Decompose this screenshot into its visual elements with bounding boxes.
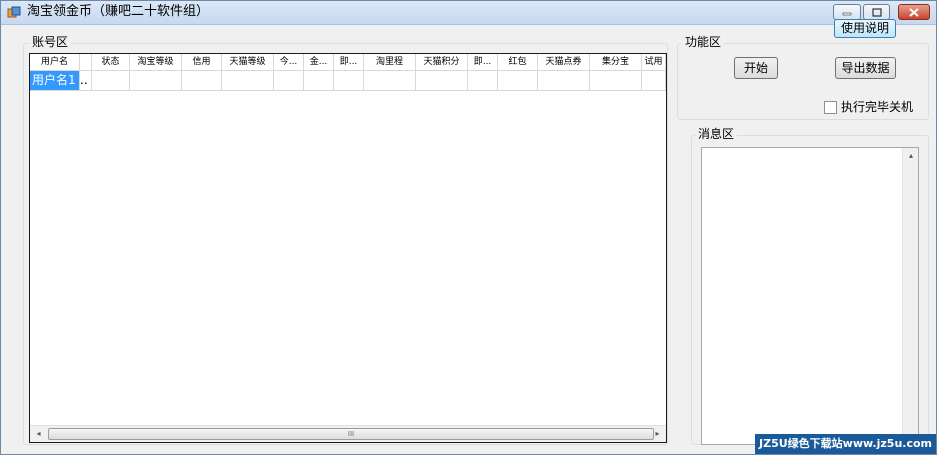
cell-trial[interactable] <box>642 71 666 91</box>
account-grid[interactable]: 用户名 状态 淘宝等级 信用 天猫等级 今... 金... 即... 淘里程 天… <box>29 53 667 443</box>
message-group-label: 消息区 <box>695 127 738 141</box>
column-header-red-packet[interactable]: 红包 <box>498 54 538 71</box>
maximize-button[interactable] <box>863 4 890 20</box>
scroll-right-icon[interactable]: ▸ <box>649 426 666 442</box>
shutdown-checkbox-label[interactable]: 执行完毕关机 <box>841 99 913 115</box>
message-textarea[interactable]: ▴ <box>701 147 919 445</box>
cell-tmall-points[interactable] <box>416 71 468 91</box>
column-header-today[interactable]: 今... <box>274 54 304 71</box>
column-header-taobao-mileage[interactable]: 淘里程 <box>364 54 416 71</box>
column-header-tmall-coupon[interactable]: 天猫点券 <box>538 54 590 71</box>
column-header-trial[interactable]: 试用 <box>642 54 666 71</box>
column-header-immediate-2[interactable]: 即... <box>468 54 498 71</box>
grid-header: 用户名 状态 淘宝等级 信用 天猫等级 今... 金... 即... 淘里程 天… <box>30 54 666 71</box>
message-text <box>702 148 918 152</box>
horizontal-scrollbar[interactable]: ◂ III ▸ <box>30 425 666 442</box>
column-header-gold[interactable]: 金... <box>304 54 334 71</box>
maximize-icon <box>871 7 882 17</box>
cell-username[interactable]: 用户名1 <box>30 71 80 91</box>
column-header-username[interactable]: 用户名 <box>30 54 80 71</box>
cell-immediate-2[interactable] <box>468 71 498 91</box>
minimize-button[interactable] <box>833 4 861 20</box>
scroll-thumb[interactable]: III <box>48 428 654 440</box>
cell-marker[interactable]: .. <box>80 71 92 91</box>
function-group-label: 功能区 <box>682 35 725 49</box>
cell-tmall-level[interactable] <box>222 71 274 91</box>
shutdown-checkbox[interactable] <box>824 101 837 114</box>
column-header-taobao-level[interactable]: 淘宝等级 <box>130 54 182 71</box>
column-header-immediate-1[interactable]: 即... <box>334 54 364 71</box>
cell-red-packet[interactable] <box>498 71 538 91</box>
cell-taobao-mileage[interactable] <box>364 71 416 91</box>
close-button[interactable] <box>898 4 930 20</box>
column-header-jifenbao[interactable]: 集分宝 <box>590 54 642 71</box>
column-header-tmall-level[interactable]: 天猫等级 <box>222 54 274 71</box>
start-button[interactable]: 开始 <box>734 57 778 79</box>
watermark-banner: JZ5U绿色下载站www.jz5u.com <box>755 434 936 454</box>
cell-gold[interactable] <box>304 71 334 91</box>
scroll-up-icon[interactable]: ▴ <box>903 148 919 164</box>
cell-credit[interactable] <box>182 71 222 91</box>
table-row[interactable]: 用户名1 .. <box>30 71 666 91</box>
minimize-icon <box>842 12 852 16</box>
scroll-left-icon[interactable]: ◂ <box>30 426 47 442</box>
column-header-marker[interactable] <box>80 54 92 71</box>
vertical-scrollbar[interactable]: ▴ <box>902 148 918 444</box>
account-group-label: 账号区 <box>29 35 72 49</box>
cell-tmall-coupon[interactable] <box>538 71 590 91</box>
column-header-credit[interactable]: 信用 <box>182 54 222 71</box>
column-header-status[interactable]: 状态 <box>92 54 130 71</box>
cell-jifenbao[interactable] <box>590 71 642 91</box>
cell-status[interactable] <box>92 71 130 91</box>
cell-immediate-1[interactable] <box>334 71 364 91</box>
column-header-tmall-points[interactable]: 天猫积分 <box>416 54 468 71</box>
export-data-button[interactable]: 导出数据 <box>835 57 896 79</box>
help-button[interactable]: 使用说明 <box>834 19 896 38</box>
close-icon <box>909 7 919 17</box>
cell-today[interactable] <box>274 71 304 91</box>
main-window: 淘宝领金币（赚吧二十软件组） 使用说明 账号区 用户名 状态 淘宝等级 信用 天… <box>0 0 937 455</box>
cell-taobao-level[interactable] <box>130 71 182 91</box>
app-icon <box>7 6 21 18</box>
title-bar: 淘宝领金币（赚吧二十软件组） <box>1 1 936 25</box>
window-title: 淘宝领金币（赚吧二十软件组） <box>27 4 210 19</box>
